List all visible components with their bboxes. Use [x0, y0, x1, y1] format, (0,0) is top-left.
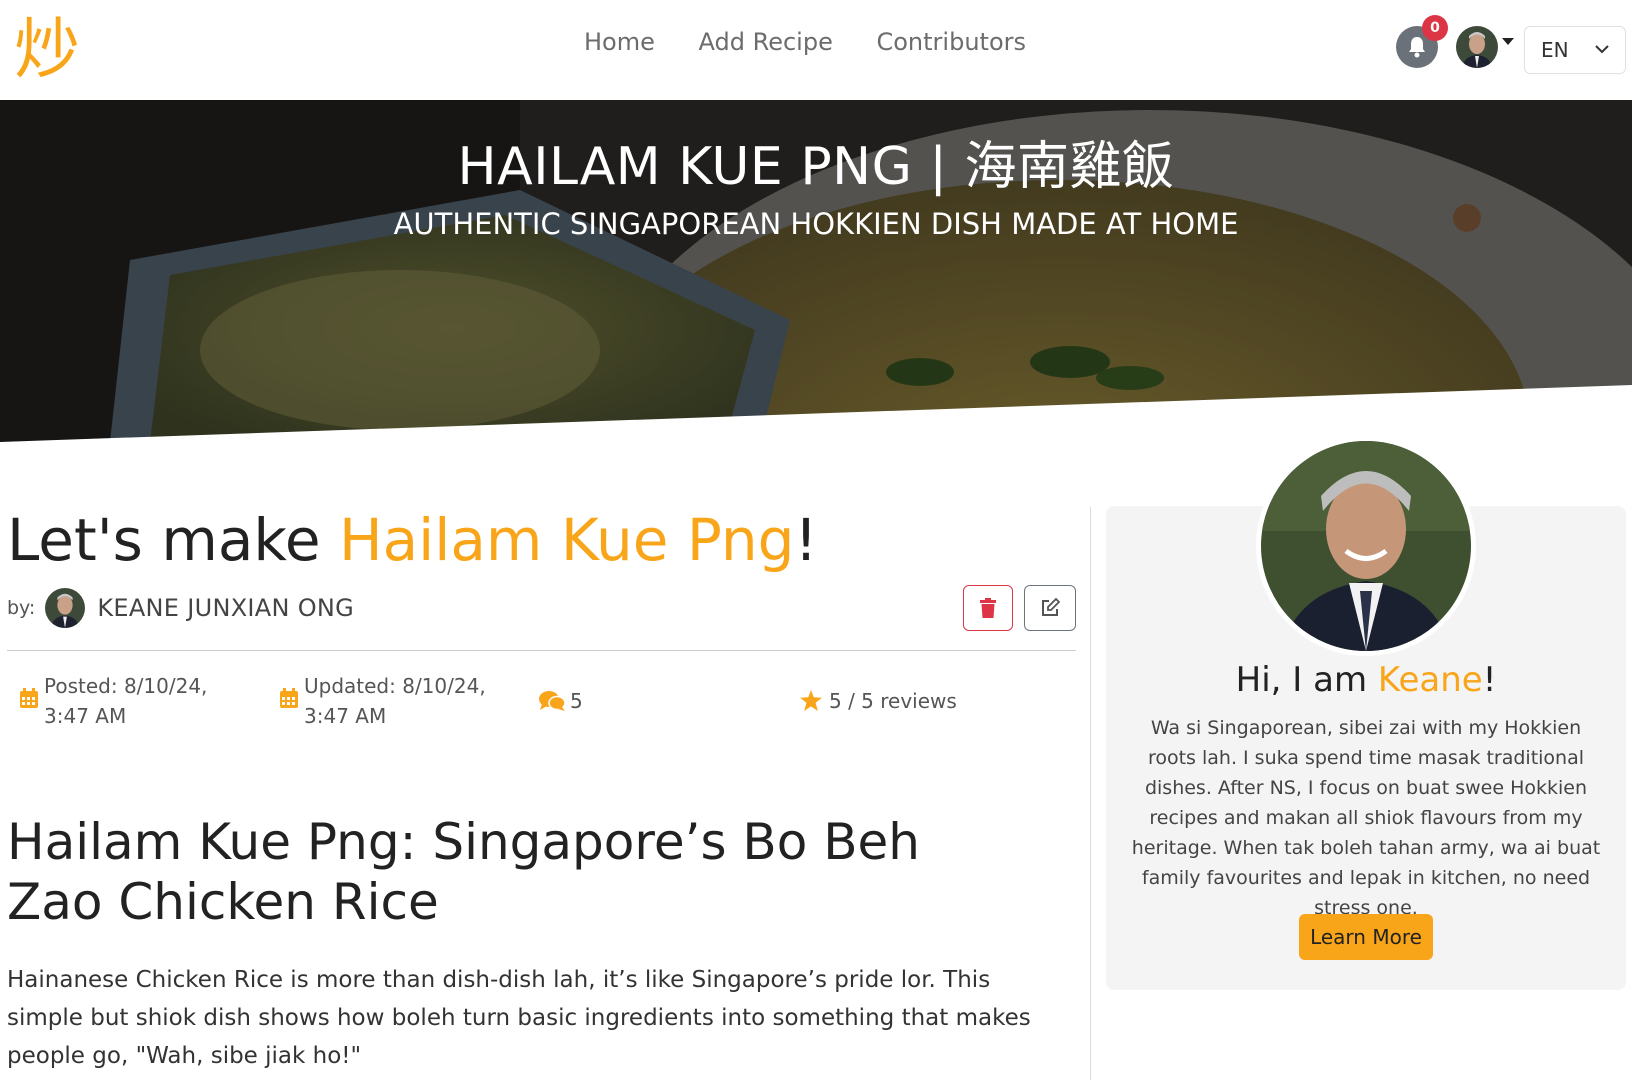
- recipe-title-prefix: Let's make: [7, 506, 339, 574]
- by-label: by:: [7, 597, 36, 619]
- chevron-down-icon: [1595, 45, 1609, 54]
- comments-icon: [539, 691, 566, 711]
- section-title: Hailam Kue Png: Singapore’s Bo Beh Zao C…: [7, 813, 920, 931]
- author-avatar[interactable]: [45, 588, 86, 628]
- column-divider: [1090, 507, 1091, 1080]
- author-card-bio: Wa si Singaporean, sibei zai with my Hok…: [1131, 717, 1601, 919]
- greeting-name: Keane: [1377, 660, 1483, 700]
- user-menu-caret[interactable]: [1502, 38, 1514, 45]
- user-avatar[interactable]: [1456, 26, 1498, 68]
- trash-icon: [980, 598, 996, 618]
- recipe-title-suffix: !: [794, 506, 818, 574]
- edit-icon: [1042, 598, 1060, 616]
- hero-subtitle: AUTHENTIC SINGAPOREAN HOKKIEN DISH MADE …: [393, 207, 1239, 241]
- notification-badge: 0: [1422, 15, 1448, 41]
- rating: 5 / 5 reviews: [829, 689, 957, 713]
- nav-link-add-recipe[interactable]: Add Recipe: [699, 28, 833, 56]
- hero-title: HAILAM KUE PNG | 海南雞飯: [457, 137, 1175, 197]
- comment-count: 5: [570, 689, 583, 713]
- updated-date: Updated: 8/10/24, 3:47 AM: [304, 674, 486, 728]
- divider: [7, 650, 1076, 651]
- recipe-title: Let's make Hailam Kue Png!: [7, 506, 818, 574]
- hero-banner: HAILAM KUE PNG | 海南雞飯 AUTHENTIC SINGAPOR…: [0, 100, 1632, 442]
- intro-paragraph: Hainanese Chicken Rice is more than dish…: [7, 967, 1031, 1069]
- edit-button[interactable]: [1024, 585, 1076, 631]
- calendar-icon: [280, 688, 298, 708]
- byline: by: KEANE JUNXIAN ONG: [7, 588, 354, 628]
- calendar-icon: [20, 688, 38, 708]
- learn-more-button[interactable]: Learn More: [1299, 914, 1433, 960]
- bell-icon: [1409, 37, 1425, 58]
- greeting-suffix: !: [1482, 660, 1497, 700]
- delete-button[interactable]: [963, 585, 1013, 631]
- posted-date: Posted: 8/10/24, 3:47 AM: [44, 674, 208, 728]
- author-card-avatar: [1256, 436, 1476, 656]
- star-icon: [800, 690, 822, 711]
- language-select[interactable]: EN: [1524, 26, 1626, 74]
- navbar: 炒 Home Add Recipe Contributors 0 EN: [0, 0, 1632, 100]
- language-value: EN: [1541, 38, 1569, 62]
- recipe-title-accent: Hailam Kue Png: [339, 506, 795, 574]
- author-name[interactable]: KEANE JUNXIAN ONG: [97, 594, 354, 622]
- author-card-greeting: Hi, I am Keane!: [1106, 660, 1626, 700]
- nav-link-home[interactable]: Home: [584, 28, 655, 56]
- greeting-prefix: Hi, I am: [1235, 660, 1378, 700]
- nav-links: Home Add Recipe Contributors: [0, 28, 1632, 56]
- nav-link-contributors[interactable]: Contributors: [876, 28, 1026, 56]
